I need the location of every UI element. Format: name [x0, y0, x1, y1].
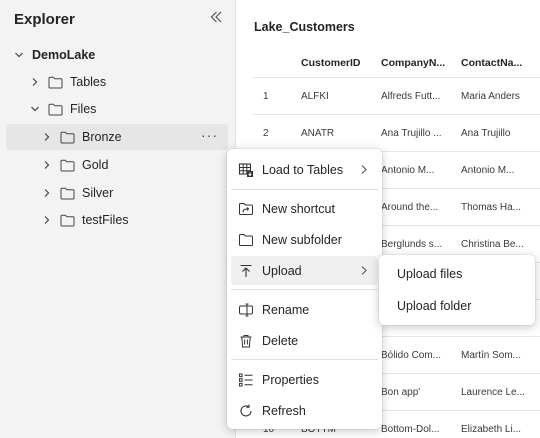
table-cell: Antonio M... [461, 164, 515, 176]
folder-icon [60, 214, 75, 226]
table-cell: 2 [263, 127, 269, 139]
chevron-right-icon[interactable] [42, 132, 52, 142]
menu-item-delete[interactable]: Delete [231, 326, 378, 355]
menu-item-load-to-tables[interactable]: Load to Tables [231, 155, 378, 184]
rename-icon [239, 303, 253, 316]
menu-divider [231, 289, 378, 290]
table-cell: ALFKI [301, 90, 329, 102]
table-cell: Ana Trujillo ... [381, 127, 442, 139]
table-cell: Bólido Com... [381, 349, 442, 361]
table-header-row: CustomerID CompanyN... ContactNa... [253, 48, 540, 78]
menu-item-label: Properties [262, 372, 319, 387]
menu-item-new-shortcut[interactable]: New shortcut [231, 194, 378, 223]
table-cell: Maria Anders [461, 90, 520, 102]
menu-item-refresh[interactable]: Refresh [231, 396, 378, 425]
chevron-right-icon[interactable] [30, 77, 40, 87]
upload-icon [240, 264, 252, 277]
table-cell: 1 [263, 90, 269, 102]
refresh-icon [240, 404, 252, 416]
table-cell: Alfreds Futt... [381, 90, 441, 102]
menu-item-label: New subfolder [262, 232, 342, 247]
upload-submenu: Upload files Upload folder [379, 255, 535, 325]
chevron-down-icon[interactable] [14, 50, 24, 60]
table-load-icon [238, 162, 253, 177]
menu-item-new-subfolder[interactable]: New subfolder [231, 225, 378, 254]
menu-item-label: Delete [262, 333, 299, 348]
menu-divider [231, 359, 378, 360]
menu-item-properties[interactable]: Properties [231, 365, 378, 394]
menu-item-label: Upload [262, 263, 302, 278]
tree-item-label: Silver [82, 186, 114, 200]
table-title: Lake_Customers [254, 20, 355, 34]
column-header[interactable]: CustomerID [301, 48, 375, 77]
table-cell: Thomas Ha... [461, 201, 522, 213]
column-header[interactable]: CompanyN... [381, 48, 457, 77]
tree-item-silver[interactable]: Silver [6, 180, 228, 206]
more-options-icon[interactable]: ··· [201, 128, 218, 142]
column-header[interactable] [263, 48, 293, 77]
folder-icon [60, 131, 75, 143]
chevron-right-icon[interactable] [42, 188, 52, 198]
menu-item-label: New shortcut [262, 201, 335, 216]
menu-item-upload[interactable]: Upload [231, 256, 378, 285]
tree-item-tables[interactable]: Tables [6, 69, 228, 95]
folder-context-menu: Load to Tables New shortcut New subfolde… [227, 149, 382, 429]
explorer-pane: Explorer DemoLake Tables Files Bronze ··… [0, 0, 236, 438]
tree-item-bronze[interactable]: Bronze ··· [6, 124, 228, 150]
column-header[interactable]: ContactNa... [461, 48, 539, 77]
table-cell: Bottom-Dol... [381, 423, 440, 435]
table-cell: ANATR [301, 127, 335, 139]
menu-item-upload-folder[interactable]: Upload folder [383, 292, 531, 320]
chevron-right-icon [361, 165, 367, 174]
menu-divider [231, 189, 378, 190]
table-cell: Antonio M... [381, 164, 435, 176]
table-cell: Bon app' [381, 386, 421, 398]
chevron-right-icon[interactable] [42, 160, 52, 170]
menu-item-rename[interactable]: Rename [231, 295, 378, 324]
chevron-right-icon [361, 266, 367, 275]
menu-item-label: Refresh [262, 403, 306, 418]
tree-item-files[interactable]: Files [6, 96, 228, 122]
table-cell: Elizabeth Li... [461, 423, 522, 435]
table-row: 2 ANATR Ana Trujillo ... Ana Trujillo [253, 115, 540, 152]
tree-item-label: Bronze [82, 130, 122, 144]
explorer-title: Explorer [14, 11, 75, 28]
tree-item-label: Tables [70, 75, 107, 89]
tree-item-label: Gold [82, 158, 109, 172]
tree-item-label: Files [70, 102, 97, 116]
tree-item-gold[interactable]: Gold [6, 152, 228, 178]
folder-icon [239, 233, 253, 246]
menu-item-label: Rename [262, 302, 310, 317]
tree-item-demolake[interactable]: DemoLake [6, 42, 228, 68]
lakehouse-name: DemoLake [32, 48, 96, 62]
table-cell: Laurence Le... [461, 386, 525, 398]
folder-icon [48, 76, 63, 88]
chevron-down-icon[interactable] [30, 104, 40, 114]
folder-icon [60, 187, 75, 199]
table-cell: Martín Som... [461, 349, 522, 361]
menu-item-label: Load to Tables [262, 162, 344, 177]
tree-item-label: testFiles [82, 213, 129, 227]
properties-icon [239, 373, 253, 386]
folder-icon [48, 103, 63, 115]
trash-icon [240, 334, 252, 347]
table-cell: Ana Trujillo [461, 127, 511, 139]
table-row: 1 ALFKI Alfreds Futt... Maria Anders [253, 78, 540, 115]
collapse-pane-icon[interactable] [208, 9, 224, 25]
table-cell: Around the... [381, 201, 439, 213]
chevron-right-icon[interactable] [42, 215, 52, 225]
tree-item-testfiles[interactable]: testFiles [6, 207, 228, 233]
menu-item-upload-files[interactable]: Upload files [383, 260, 531, 288]
shortcut-icon [239, 202, 253, 215]
folder-icon [60, 159, 75, 171]
